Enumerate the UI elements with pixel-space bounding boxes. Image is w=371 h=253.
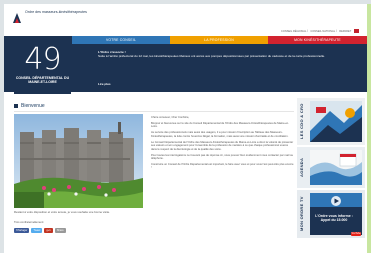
paragraph: Au service des professionnels mais aussi… (151, 131, 289, 138)
banner-news-text: Suite à l'arrêté préfectoral du 12 mai, … (98, 54, 326, 59)
paragraph: Bonjour et bienvenue sur le site du Cons… (151, 121, 289, 129)
page-frame: Ordre des masseurs-kinésithérapeutes CON… (4, 4, 367, 253)
video-title: L'Ordre vous informe : Appel du 15.000 (315, 214, 353, 223)
greeting: Chère consoeur, Cher Confrère, (151, 116, 190, 119)
toplink-regional[interactable]: CONSEIL RÉGIONAL (281, 30, 306, 33)
sidebar-card-ordre-tv[interactable]: MON ORDRE TV L'Ordre vous informe : Appe… (297, 190, 365, 238)
sidebar-card-label: AGENDA (299, 157, 304, 178)
department-number: 49 (24, 42, 61, 77)
share-button[interactable]: Share (54, 228, 66, 233)
youtube-logo-icon[interactable]: YouTube (351, 232, 361, 236)
castle-photo (14, 114, 143, 208)
background-edge (367, 4, 371, 253)
abstract-art-icon (310, 101, 362, 142)
sidebar-card-label: MON ORDRE TV (299, 196, 304, 232)
department-caption: CONSEIL DÉPARTEMENTAL DU MAINE-ET-LOIRE (15, 76, 70, 85)
department-badge[interactable]: 49 CONSEIL DÉPARTEMENTAL DU MAINE-ET-LOI… (14, 40, 71, 94)
calendar-art-icon (310, 150, 362, 185)
main-nav: VOTRE CONSEIL LA PROFESSION MON KINÉSITH… (72, 36, 367, 44)
sidebar-card-label: LES CDO & CRO (299, 103, 304, 140)
social-share-bar: f Partager Tweet g+1 Share (14, 228, 66, 233)
nav-la-profession[interactable]: LA PROFESSION (170, 36, 268, 44)
signature: Très confraternellement (14, 220, 44, 224)
search-icon[interactable] (354, 29, 359, 33)
paragraph: Pour toutes les interrogations ne trouva… (151, 153, 294, 161)
section-title: Bienvenue (14, 103, 45, 109)
closing-text: Restant à votre disposition et votre éco… (14, 210, 110, 214)
paragraph: Le Conseil Départemental de l'Ordre des … (151, 140, 294, 151)
facebook-share-button[interactable]: f Partager (14, 228, 30, 233)
ordre-logo-icon[interactable] (11, 11, 23, 25)
toplink-national[interactable]: CONSEIL NATIONAL (310, 30, 335, 33)
divider (14, 111, 294, 112)
toplink-reparet[interactable]: REPARET (339, 30, 351, 33)
top-links: CONSEIL RÉGIONAL | CONSEIL NATIONAL | RE… (279, 29, 359, 33)
google-plus-button[interactable]: g+1 (44, 228, 53, 233)
org-name[interactable]: Ordre des masseurs-kinésithérapeutes (25, 10, 95, 14)
sidebar-card-cdo-cro[interactable]: LES CDO & CRO (297, 98, 365, 145)
site-header: Ordre des masseurs-kinésithérapeutes CON… (4, 4, 367, 36)
nav-mon-kinesitherapeute[interactable]: MON KINÉSITHÉRAPEUTE (268, 36, 367, 44)
read-more-link[interactable]: Lire plus (98, 82, 111, 86)
welcome-text: Chère consoeur, Cher Confrère, Bonjour e… (151, 116, 294, 172)
paragraph: Construire un Conseil de l'Ordre Départe… (151, 162, 294, 170)
sidebar-card-agenda[interactable]: AGENDA (297, 147, 365, 188)
twitter-share-button[interactable]: Tweet (31, 228, 43, 233)
nav-votre-conseil[interactable]: VOTRE CONSEIL (72, 36, 170, 44)
banner-news: L'Ordre s'associe ! Suite à l'arrêté pré… (98, 50, 360, 58)
